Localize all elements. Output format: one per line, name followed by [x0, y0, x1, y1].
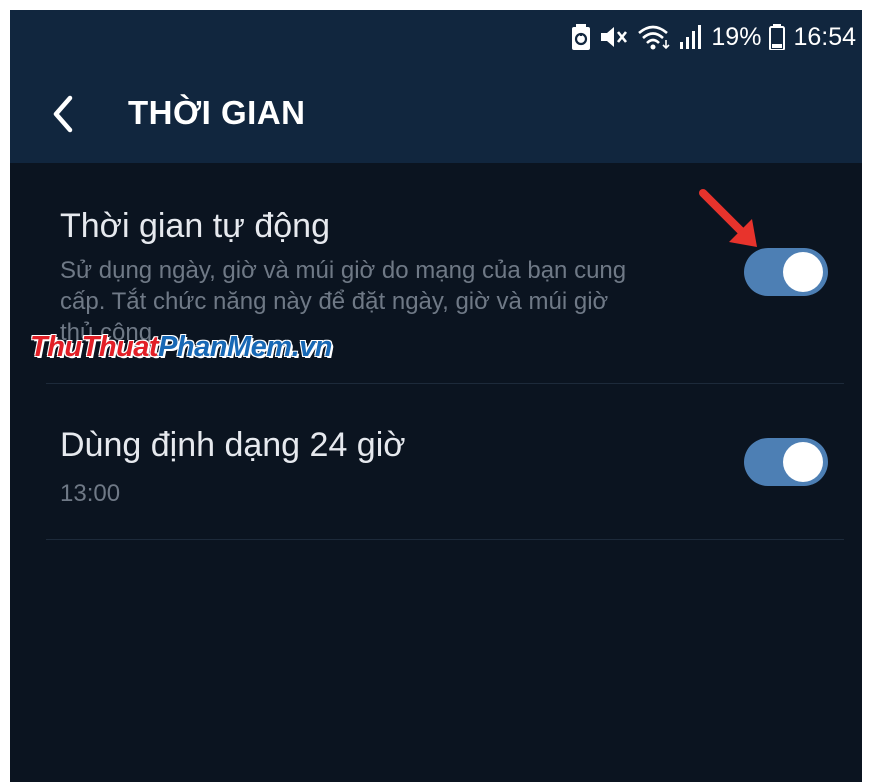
toggle-knob: [783, 442, 823, 482]
back-button[interactable]: [48, 94, 80, 134]
watermark-logo: ThuThuatPhanMem.vn: [30, 331, 332, 363]
setting-title: Dùng định dạng 24 giờ: [60, 426, 406, 464]
24-hour-toggle[interactable]: [744, 438, 828, 486]
setting-24-hour-format[interactable]: Dùng định dạng 24 giờ 13:00: [46, 384, 844, 540]
battery-percent: 19%: [711, 22, 762, 51]
signal-icon: [679, 24, 703, 50]
setting-title: Thời gian tự động: [60, 207, 330, 245]
app-header: 19% 16:54 THỜI GIAN: [10, 10, 862, 163]
annotation-arrow-icon: [699, 189, 757, 247]
status-bar: 19% 16:54: [571, 22, 856, 52]
mute-icon: [599, 24, 629, 50]
chevron-left-icon: [53, 95, 73, 133]
page-title: THỜI GIAN: [128, 94, 306, 131]
wifi-icon: [637, 24, 671, 50]
battery-icon: [769, 24, 786, 50]
status-time: 16:54: [793, 22, 856, 51]
setting-description: 13:00: [60, 480, 121, 507]
battery-saver-icon: [571, 24, 591, 50]
auto-time-toggle[interactable]: [744, 248, 828, 296]
toggle-knob: [783, 252, 823, 292]
phone-screen: 19% 16:54 THỜI GIAN Thời gian tự động Sử…: [10, 10, 862, 782]
